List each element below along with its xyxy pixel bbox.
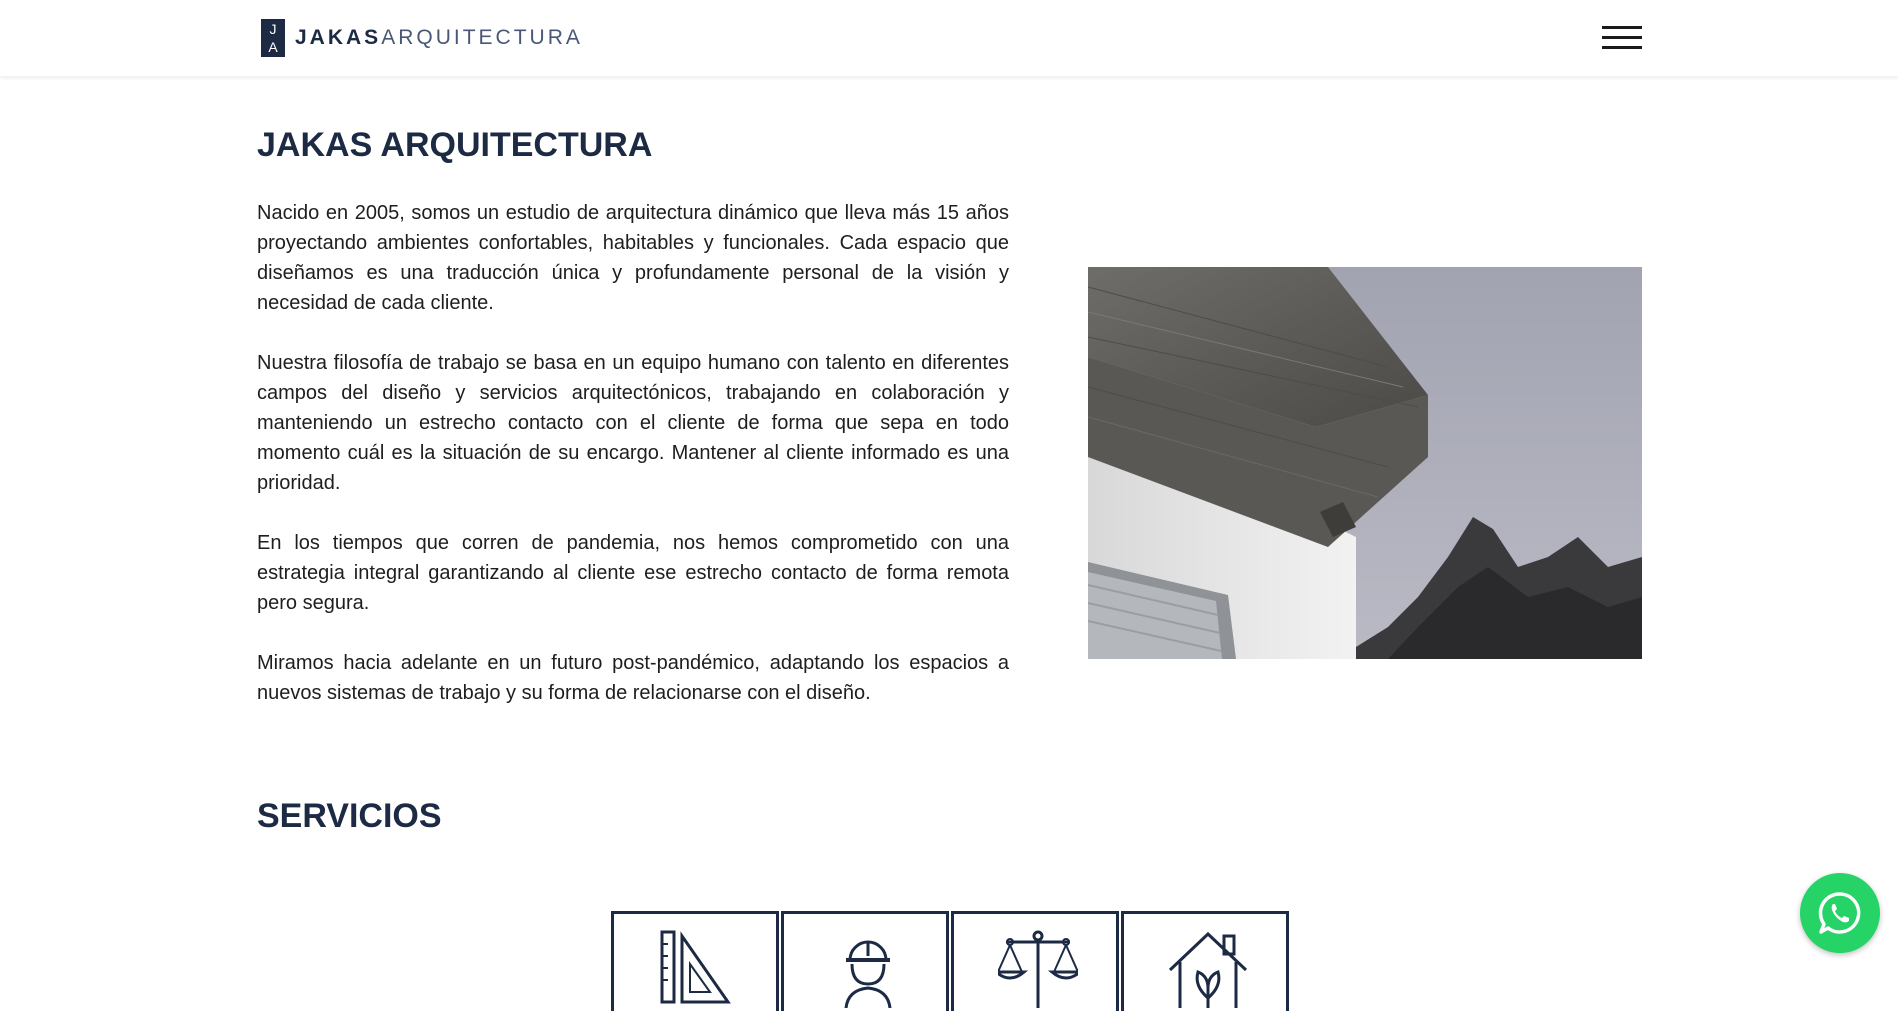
site-header: J A JAKAS ARQUITECTURA [0, 0, 1898, 76]
logo-text-light: ARQUITECTURA [381, 26, 583, 49]
logo-text-bold: JAKAS [295, 26, 382, 49]
logo-mark-icon: J A [261, 19, 285, 57]
about-paragraph: Nacido en 2005, somos un estudio de arqu… [257, 202, 1009, 314]
about-paragraph: Miramos hacia adelante en un futuro post… [257, 652, 1009, 704]
about-text: Nacido en 2005, somos un estudio de arqu… [257, 198, 1009, 738]
logo-link[interactable]: J A JAKAS ARQUITECTURA [261, 19, 583, 57]
logo-mark-letter-j: J [269, 21, 277, 37]
architecture-photo-illustration [1088, 267, 1642, 659]
service-card-sustainable[interactable] [1121, 911, 1289, 1011]
hamburger-line [1602, 46, 1642, 49]
whatsapp-icon [1818, 892, 1861, 934]
about-paragraph: En los tiempos que corren de pandemia, n… [257, 532, 1009, 614]
service-card-legal[interactable] [951, 911, 1119, 1011]
scale-balance-icon [998, 930, 1078, 1008]
about-title: JAKAS ARQUITECTURA [257, 126, 653, 164]
hamburger-menu-icon[interactable] [1602, 24, 1642, 52]
about-paragraph: Nuestra filosofía de trabajo se basa en … [257, 352, 1009, 494]
hamburger-line [1602, 26, 1642, 29]
hamburger-line [1602, 36, 1642, 39]
logo-mark-letter-a: A [268, 39, 278, 55]
service-card-design[interactable] [611, 911, 779, 1011]
service-card-construction[interactable] [781, 911, 949, 1011]
services-row [611, 911, 1291, 1011]
worker-helmet-icon [844, 940, 892, 1008]
ruler-triangle-icon [660, 930, 731, 1004]
services-title: SERVICIOS [257, 797, 442, 835]
whatsapp-button[interactable] [1800, 873, 1880, 953]
eco-house-icon [1168, 931, 1248, 1008]
architecture-photo [1088, 267, 1642, 659]
